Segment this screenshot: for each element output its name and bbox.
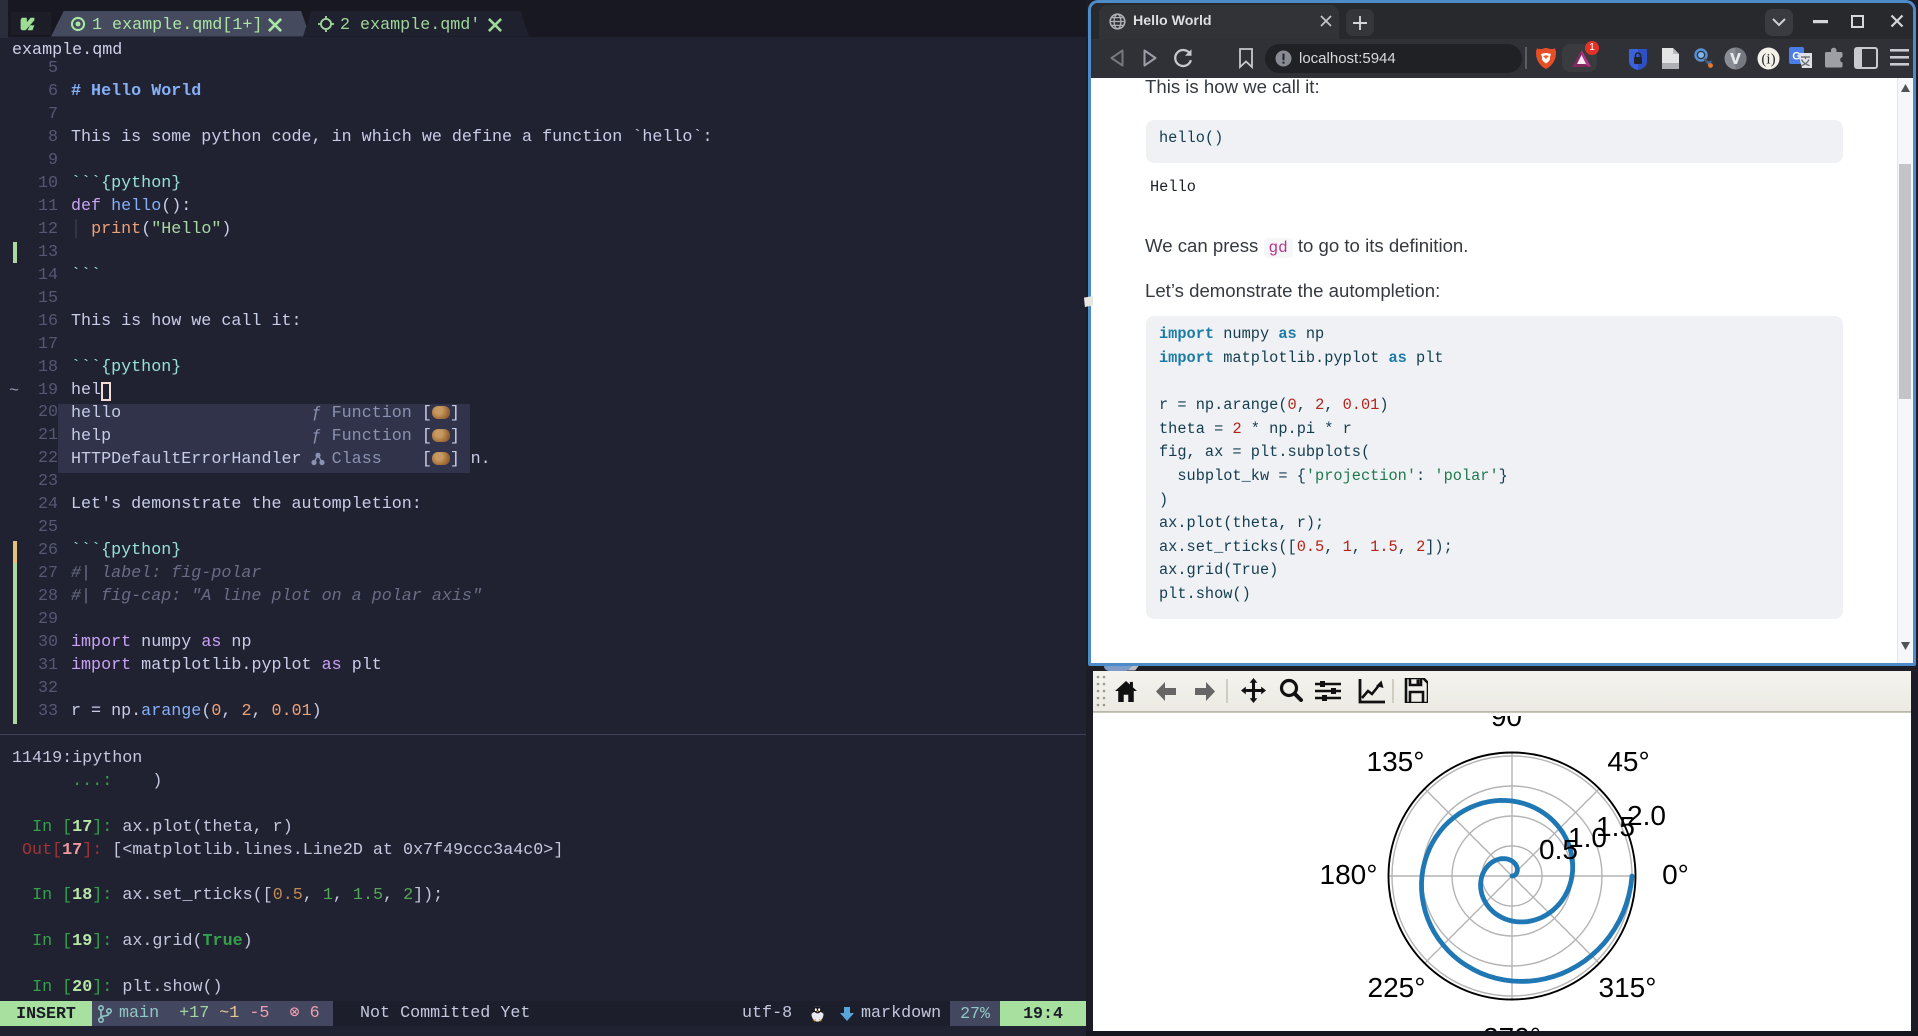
svg-text:45°: 45° (1607, 746, 1649, 777)
svg-text:0°: 0° (1662, 859, 1689, 890)
svg-text:(i): (i) (1761, 52, 1775, 68)
svg-text:180°: 180° (1320, 859, 1378, 890)
svg-text:315°: 315° (1599, 972, 1657, 1003)
svg-text:135°: 135° (1367, 746, 1425, 777)
svg-text:2.0: 2.0 (1627, 800, 1666, 831)
svg-text:225°: 225° (1368, 972, 1426, 1003)
